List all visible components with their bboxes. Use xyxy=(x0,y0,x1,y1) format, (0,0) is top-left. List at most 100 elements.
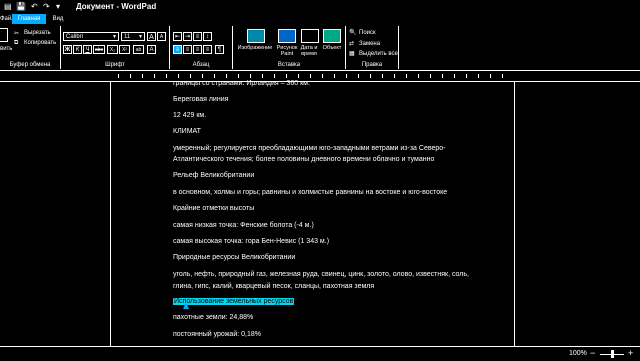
decrease-indent-button[interactable]: ⇤ xyxy=(173,32,182,41)
font-family-select[interactable]: Calibri ▼ xyxy=(63,32,119,41)
clipboard-group: вить ✂ Вырезать ⧉ Копировать Буфер обмен… xyxy=(0,26,61,69)
superscript-button[interactable]: X² xyxy=(119,45,130,54)
ruler-tick xyxy=(190,74,191,78)
document-line[interactable]: постоянный урожай: 0,18% xyxy=(173,330,261,339)
ruler-tick xyxy=(430,74,431,78)
paste-icon[interactable] xyxy=(0,28,8,42)
shrink-font-button[interactable]: A xyxy=(157,32,166,41)
editing-group: 🔍 Поиск ⇄ Замена ▦ Выделить все Правка xyxy=(346,26,399,69)
customize-quick-access-icon[interactable]: ▾ xyxy=(56,2,60,11)
paint-icon[interactable] xyxy=(278,29,296,43)
list-button[interactable]: ≡ xyxy=(193,32,202,41)
ruler-tick xyxy=(334,74,335,78)
bold-button[interactable]: Ж xyxy=(63,45,72,54)
object-icon[interactable] xyxy=(323,29,341,43)
mouse-cursor-icon xyxy=(183,302,189,309)
chevron-down-icon: ▼ xyxy=(112,34,117,40)
document-area[interactable]: границы со странами: Ирландия – 360 км. Б… xyxy=(0,79,640,346)
tab-home[interactable]: Главная xyxy=(12,14,46,24)
justify-button[interactable]: ≡ xyxy=(203,45,212,54)
ruler-tick xyxy=(166,74,167,78)
strikethrough-button[interactable]: abc xyxy=(93,45,105,54)
align-right-button[interactable]: ≡ xyxy=(193,45,202,54)
document-line[interactable]: самая высокая точка: гора Бен-Невис (1 3… xyxy=(173,237,329,246)
font-group: Calibri ▼ 11 ▼ A A Ж К Ч abc X₂ X² ab A … xyxy=(61,26,170,69)
grow-font-button[interactable]: A xyxy=(147,32,156,41)
document-line[interactable]: границы со странами: Ирландия – 360 км. xyxy=(173,79,310,88)
undo-icon[interactable]: ↶ xyxy=(31,2,38,11)
document-line[interactable]: Рельеф Великобритании xyxy=(173,171,254,180)
document-line[interactable]: Атлантического течения; более половины д… xyxy=(173,155,434,164)
document-line[interactable]: Крайние отметки высоты xyxy=(173,204,254,213)
paragraph-button[interactable]: ¶ xyxy=(215,45,224,54)
italic-button[interactable]: К xyxy=(73,45,82,54)
tab-file[interactable]: Файл xyxy=(0,14,15,24)
ruler-tick xyxy=(118,74,119,78)
ruler-tick xyxy=(478,74,479,78)
insert-picture-button[interactable]: Изображение xyxy=(235,45,275,51)
line-text: пахотные земли: 24,88% xyxy=(173,314,254,321)
subscript-button[interactable]: X₂ xyxy=(107,45,118,54)
line-spacing-button[interactable]: ↕ xyxy=(203,32,212,41)
document-line[interactable]: КЛИМАТ xyxy=(173,127,201,136)
line-text: самая низкая точка: Фенские болота (-4 м… xyxy=(173,222,314,229)
ruler-tick xyxy=(346,74,347,78)
search-icon[interactable]: 🔍 xyxy=(349,29,356,36)
font-family-value: Calibri xyxy=(66,34,84,40)
document-line[interactable]: Природные ресурсы Великобритании xyxy=(173,253,295,262)
document-line[interactable]: самая низкая точка: Фенские болота (-4 м… xyxy=(173,221,314,230)
document-line[interactable]: глина, гипс, калий, кварцевый песок, сла… xyxy=(173,282,374,291)
document-line[interactable]: Береговая линия xyxy=(173,95,228,104)
zoom-out-button[interactable]: − xyxy=(590,348,595,358)
ruler[interactable] xyxy=(0,71,640,82)
ruler-tick xyxy=(466,74,467,78)
tab-view[interactable]: Вид xyxy=(48,14,68,24)
document-page[interactable]: границы со странами: Ирландия – 360 км. Б… xyxy=(110,79,515,346)
insert-paint-drawing-button[interactable]: Рисунок Paint xyxy=(275,45,299,57)
align-left-button[interactable]: ≡ xyxy=(173,45,182,54)
underline-button[interactable]: Ч xyxy=(83,45,92,54)
line-text: 12 429 км. xyxy=(173,112,207,119)
calendar-icon[interactable] xyxy=(301,29,319,43)
zoom-in-button[interactable]: + xyxy=(628,348,633,358)
document-line[interactable]: в основном, холмы и горы; равнины и холм… xyxy=(173,188,447,197)
editing-group-label: Правка xyxy=(361,62,383,68)
text-color-button[interactable]: A xyxy=(147,45,156,54)
highlight-color-button[interactable]: ab xyxy=(133,45,144,54)
cut-icon[interactable]: ✂ xyxy=(14,30,19,37)
cut-button[interactable]: Вырезать xyxy=(24,30,51,36)
ruler-tick xyxy=(262,74,263,78)
find-button[interactable]: Поиск xyxy=(359,30,376,36)
replace-button[interactable]: Замена xyxy=(359,41,380,47)
picture-icon[interactable] xyxy=(247,29,265,43)
redo-icon[interactable]: ↷ xyxy=(43,2,50,11)
ruler-tick xyxy=(238,74,239,78)
copy-icon[interactable]: ⧉ xyxy=(14,40,18,47)
document-line[interactable]: 12 429 км. xyxy=(173,111,206,120)
document-line[interactable]: Использование земельных ресурсов xyxy=(173,297,295,306)
ruler-tick xyxy=(214,74,215,78)
app-menu-icon[interactable]: ▤ xyxy=(4,2,12,11)
document-line[interactable]: умеренный; регулируется преобладающими ю… xyxy=(173,144,446,153)
align-center-button[interactable]: ≡ xyxy=(183,45,192,54)
select-all-button[interactable]: Выделить все xyxy=(359,51,398,57)
save-icon[interactable]: 💾 xyxy=(16,2,26,11)
increase-indent-button[interactable]: ⇥ xyxy=(183,32,192,41)
zoom-slider-thumb[interactable] xyxy=(611,350,614,358)
paragraph-group: ⇤ ⇥ ≡ ↕ ≡ ≡ ≡ ≡ ¶ Абзац xyxy=(170,26,233,69)
insert-object-button[interactable]: Объект xyxy=(319,45,345,51)
select-all-icon[interactable]: ▦ xyxy=(349,50,355,57)
replace-icon[interactable]: ⇄ xyxy=(349,40,354,47)
ruler-tick xyxy=(226,74,227,78)
font-size-select[interactable]: 11 ▼ xyxy=(121,32,145,41)
document-line[interactable]: уголь, нефть, природный газ, железная ру… xyxy=(173,270,469,279)
ruler-tick xyxy=(250,74,251,78)
copy-button[interactable]: Копировать xyxy=(24,40,56,46)
paste-button[interactable]: вить xyxy=(0,46,12,52)
document-line[interactable]: пахотные земли: 24,88% xyxy=(173,313,253,322)
title-bar: ▤ 💾 ↶ ↷ ▾ Документ - WordPad xyxy=(0,0,640,14)
insert-date-time-button[interactable]: Дата и время xyxy=(297,45,321,57)
zoom-level-text: 100% xyxy=(569,350,587,357)
line-text: Береговая линия xyxy=(173,96,229,103)
ruler-tick xyxy=(130,74,131,78)
